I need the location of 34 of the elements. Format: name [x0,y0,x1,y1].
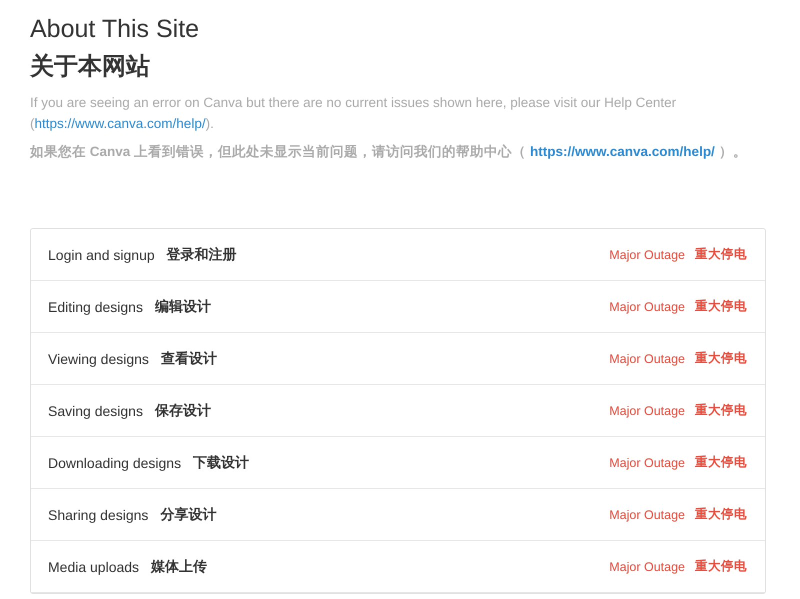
status-label-chinese: 重大停电 [695,402,747,419]
component-name-chinese: 编辑设计 [154,298,211,316]
status-label-chinese: 重大停电 [695,298,747,315]
help-notice: If you are seeing an error on Canva but there are no current issues shown here, please visit our Help Center (https://www.canva.com/help/). [30,94,678,133]
status-label: Major Outage [609,508,685,522]
component-name-chinese: 分享设计 [160,506,216,524]
page-title: About This Site [30,14,200,44]
status-label-chinese: 重大停电 [695,246,747,263]
status-label: Major Outage [609,300,685,314]
status-label: Major Outage [609,404,685,418]
component-name-chinese: 保存设计 [154,402,211,420]
help-link[interactable]: https://www.canva.com/help/ [530,144,715,159]
status-label-chinese: 重大停电 [695,558,747,575]
component-name-chinese: 登录和注册 [166,246,237,264]
component-name: Sharing designs [48,506,148,522]
status-label: Major Outage [609,248,685,262]
help-link[interactable]: https://www.canva.com/help/ [34,116,206,131]
component-name-chinese: 媒体上传 [151,558,208,576]
component-name-chinese: 查看设计 [160,350,217,368]
component-name: Downloading designs [48,454,182,470]
help-notice-chinese: 如果您在 Canva 上看到错误，但此处未显示当前问题，请访问我们的帮助中心（ https://www.canva.com/help/ ）。 [30,143,748,161]
component-name: Media uploads [48,558,140,574]
component-name: Login and signup [48,246,155,262]
component-name: Editing designs [48,298,143,314]
component-name: Viewing designs [48,350,149,366]
status-label-chinese: 重大停电 [695,350,747,367]
status-label: Major Outage [609,456,685,470]
status-label-chinese: 重大停电 [695,454,747,471]
status-label-chinese: 重大停电 [695,506,747,523]
status-label: Major Outage [609,352,685,366]
status-label: Major Outage [609,560,685,574]
page-title-chinese: 关于本网站 [30,52,151,82]
component-name-chinese: 下载设计 [193,454,250,472]
component-name: Saving designs [48,402,143,418]
